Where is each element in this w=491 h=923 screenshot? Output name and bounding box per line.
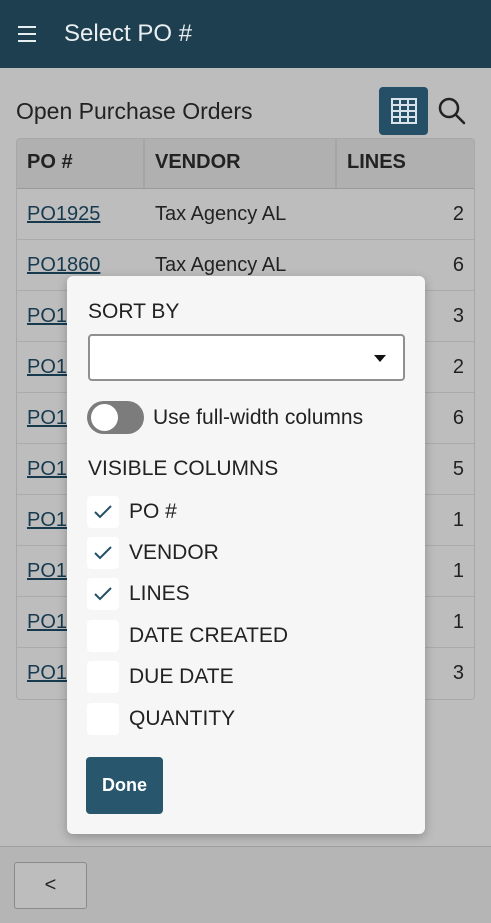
footer: < — [0, 846, 491, 923]
column-checkbox[interactable] — [87, 495, 119, 528]
column-header-vendor[interactable]: VENDOR — [145, 139, 337, 188]
table-header: PO # VENDOR LINES — [17, 139, 474, 189]
column-checkbox-row: LINES — [87, 574, 288, 615]
vendor-cell: Tax Agency AL — [155, 202, 287, 225]
app-header: Select PO # — [0, 0, 491, 68]
po-link[interactable]: PO1 — [27, 611, 67, 633]
column-checkbox[interactable] — [87, 702, 119, 735]
toggle-knob — [91, 404, 118, 431]
section-title: Open Purchase Orders — [16, 98, 253, 124]
column-checkbox[interactable] — [87, 619, 119, 652]
back-button[interactable]: < — [14, 862, 87, 909]
column-checkbox-label: DUE DATE — [129, 665, 234, 689]
po-cell: PO1925 — [17, 203, 145, 226]
column-checkbox-row: QUANTITY — [87, 698, 288, 739]
column-checkbox[interactable] — [87, 661, 119, 694]
column-checkbox-row: DUE DATE — [87, 657, 288, 698]
vendor-cell: Tax Agency AL — [155, 253, 287, 276]
po-link[interactable]: PO1860 — [27, 254, 100, 276]
column-checkbox-label: PO # — [129, 499, 177, 523]
po-link[interactable]: PO1 — [27, 458, 67, 480]
po-link[interactable]: PO1925 — [27, 203, 100, 225]
full-width-toggle-row: Use full-width columns — [87, 401, 363, 434]
po-link[interactable]: PO1 — [27, 509, 67, 531]
grid-icon — [390, 98, 417, 124]
lines-cell: 6 — [452, 253, 464, 276]
column-checkbox[interactable] — [87, 578, 119, 611]
search-icon — [438, 97, 466, 125]
full-width-toggle-label: Use full-width columns — [153, 405, 364, 429]
table-row[interactable]: PO1925 Tax Agency AL 2 — [17, 189, 474, 240]
po-link[interactable]: PO1 — [27, 356, 67, 378]
search-button[interactable] — [437, 96, 467, 126]
check-icon — [94, 587, 112, 601]
po-link[interactable]: PO1 — [27, 560, 67, 582]
full-width-toggle[interactable] — [87, 401, 144, 434]
sort-by-select[interactable] — [88, 334, 405, 381]
column-checkbox-row: VENDOR — [87, 532, 288, 573]
column-checkbox-label: DATE CREATED — [129, 623, 289, 647]
lines-cell: 2 — [452, 202, 464, 225]
table-settings-dialog: SORT BY Use full-width columns VISIBLE C… — [67, 276, 425, 834]
sort-by-label: SORT BY — [88, 300, 180, 323]
page-title: Select PO # — [64, 20, 193, 47]
check-icon — [94, 546, 112, 560]
column-checkbox[interactable] — [87, 537, 119, 570]
column-checkbox-label: LINES — [129, 582, 190, 606]
grid-view-button[interactable] — [379, 87, 428, 135]
done-button[interactable]: Done — [86, 757, 163, 814]
visible-columns-label: VISIBLE COLUMNS — [88, 457, 279, 480]
column-header-po[interactable]: PO # — [17, 139, 145, 188]
po-link[interactable]: PO1 — [27, 662, 67, 684]
column-checkbox-row: DATE CREATED — [87, 615, 288, 656]
po-link[interactable]: PO1 — [27, 407, 67, 429]
column-checkbox-label: QUANTITY — [129, 706, 236, 730]
po-link[interactable]: PO1 — [27, 305, 67, 327]
column-checkbox-row: PO # — [87, 491, 288, 532]
visible-columns-list: PO # VENDOR LINES DATE CREATED DUE DATE QUANT… — [87, 491, 288, 739]
hamburger-icon[interactable] — [18, 26, 42, 42]
check-icon — [94, 504, 112, 519]
chevron-down-icon — [374, 355, 386, 362]
po-cell: PO1860 — [17, 254, 145, 277]
column-checkbox-label: VENDOR — [129, 541, 219, 565]
column-header-lines[interactable]: LINES — [337, 139, 474, 188]
